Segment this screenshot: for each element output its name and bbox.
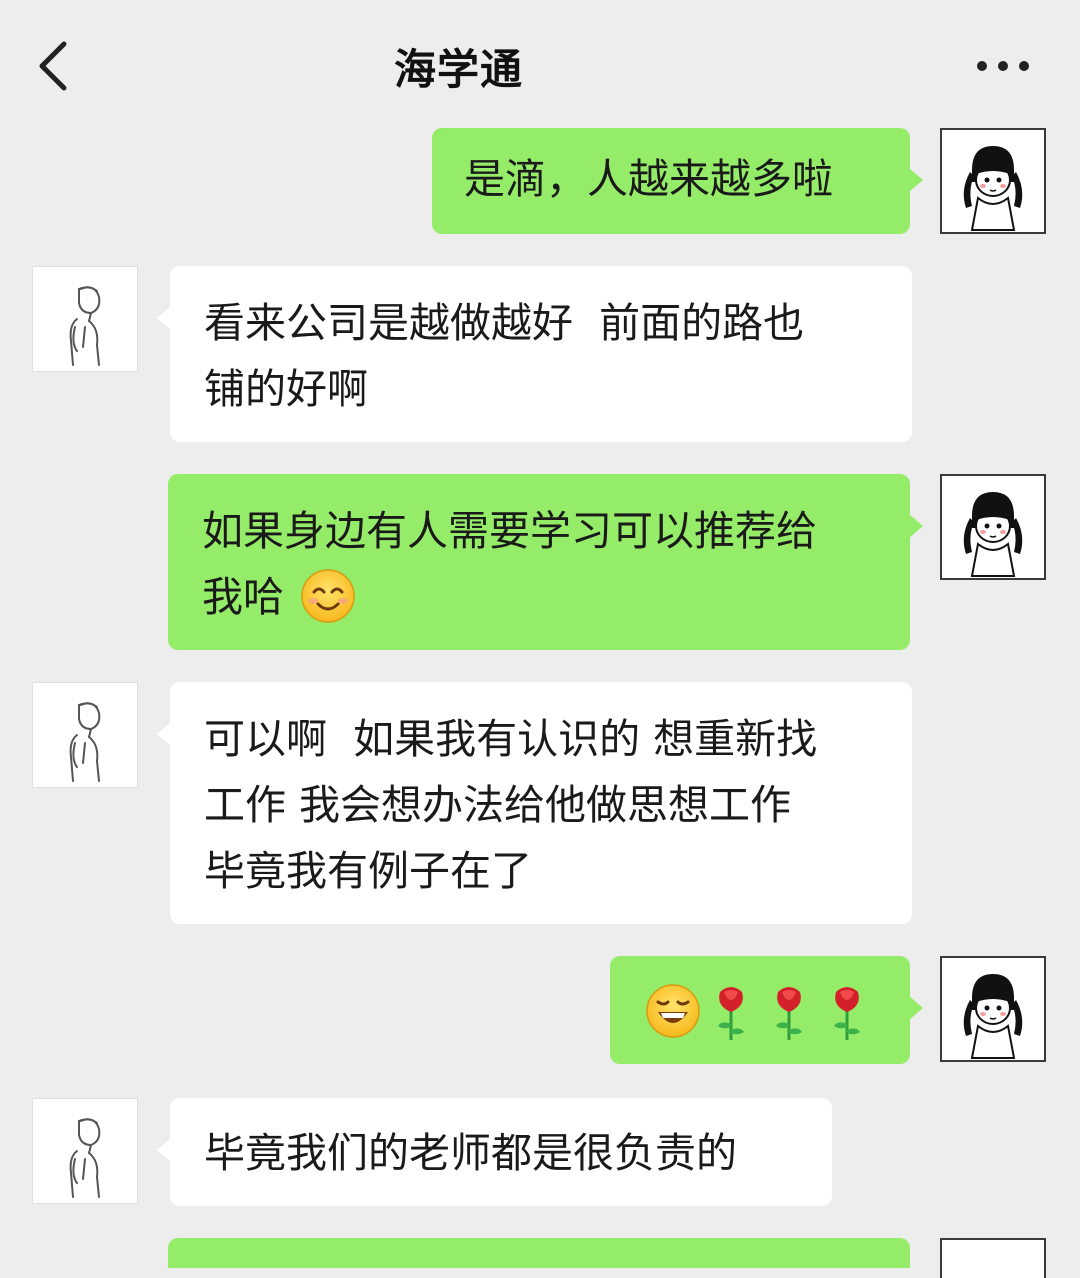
chevron-left-icon: [39, 41, 67, 91]
grinning-squint-emoji: [646, 984, 700, 1038]
message-bubble[interactable]: 是滴，人越来越多啦: [432, 128, 923, 234]
rose-emoji: [834, 987, 860, 1040]
contact-avatar[interactable]: [32, 682, 138, 788]
message-text-line: 工作 我会想办法给他做思想工作: [204, 781, 792, 829]
rose-emoji: [776, 987, 802, 1040]
self-avatar[interactable]: [940, 474, 1046, 580]
girl-avatar-icon: [963, 146, 1023, 231]
more-dots-icon: [977, 61, 1029, 71]
emoji-row: [644, 980, 910, 1042]
message-text-line: 看来公司是越做越好 前面的路也: [204, 299, 805, 347]
message-text-line: 我哈: [202, 573, 284, 621]
message-text-line: 如果身边有人需要学习可以推荐给: [202, 507, 817, 555]
message-text-line: 铺的好啊: [204, 365, 368, 413]
message-bubble[interactable]: 可以啊 如果我有认识的 想重新找 工作 我会想办法给他做思想工作 毕竟我有例子在…: [157, 682, 912, 924]
contact-avatar[interactable]: [32, 266, 138, 372]
message-text-line: 可以啊 如果我有认识的 想重新找: [204, 715, 818, 763]
message-text-line-wrap: 我哈: [202, 564, 910, 630]
chat-title: 海学通: [394, 45, 524, 94]
message-bubble[interactable]: 看来公司是越做越好 前面的路也 铺的好啊: [157, 266, 912, 442]
bubble-tail: [909, 514, 923, 538]
more-options-button[interactable]: [966, 36, 1040, 96]
girl-avatar-icon: [963, 974, 1023, 1059]
self-avatar[interactable]: [940, 956, 1046, 1062]
girl-avatar-icon: [963, 492, 1023, 577]
contact-avatar[interactable]: [32, 1098, 138, 1204]
message-bubble[interactable]: 如果身边有人需要学习可以推荐给 我哈: [168, 474, 923, 650]
message-text: 毕竟我们的老师都是很负责的: [204, 1129, 737, 1177]
bubble-tail: [909, 168, 923, 192]
message-text-line: 毕竟我有例子在了: [204, 847, 532, 895]
sketch-boy-avatar-icon: [69, 1118, 101, 1198]
bubble-tail: [157, 722, 171, 746]
message-bubble[interactable]: [610, 956, 923, 1064]
back-button[interactable]: [22, 28, 86, 100]
bubble-tail: [157, 306, 171, 330]
chat-header: 海学通: [0, 0, 1080, 128]
message-text: 是滴，人越来越多啦: [464, 155, 833, 203]
smiling-face-emoji: [301, 569, 355, 623]
sketch-boy-avatar-icon: [69, 286, 101, 366]
message-bubble[interactable]: 毕竟我们的老师都是很负责的: [157, 1098, 832, 1206]
self-avatar-partial[interactable]: [940, 1238, 1046, 1278]
bubble-tail: [909, 996, 923, 1020]
sketch-boy-avatar-icon: [69, 702, 101, 782]
rose-emoji: [718, 987, 744, 1040]
message-bubble-partial[interactable]: [168, 1238, 910, 1268]
bubble-tail: [157, 1138, 171, 1162]
self-avatar[interactable]: [940, 128, 1046, 234]
